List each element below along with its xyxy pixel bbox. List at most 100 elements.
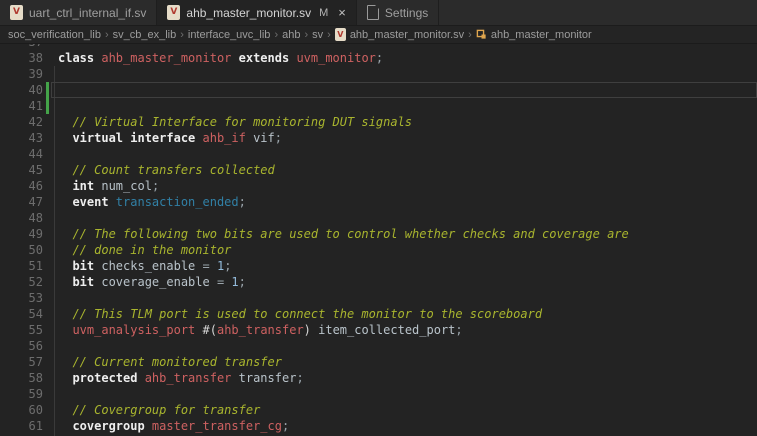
code-text: bit coverage_enable = 1; xyxy=(43,274,757,290)
code-line-49: 49 // The following two bits are used to… xyxy=(0,226,757,242)
code-token: 1 xyxy=(231,275,238,289)
code-token: ; xyxy=(224,259,231,273)
code-token: ; xyxy=(455,323,462,337)
breadcrumb-label: interface_uvc_lib xyxy=(188,29,271,41)
tab-settings[interactable]: Settings xyxy=(357,0,439,25)
code-lines: 3738class ahb_master_monitor extends uvm… xyxy=(0,44,757,434)
code-editor[interactable]: 3738class ahb_master_monitor extends uvm… xyxy=(0,44,757,436)
code-token: // Current monitored transfer xyxy=(58,355,282,369)
line-number: 48 xyxy=(0,210,43,226)
code-line-45: 45 // Count transfers collected xyxy=(0,162,757,178)
code-text: int num_col; xyxy=(43,178,757,194)
code-token: ahb_master_monitor xyxy=(101,51,231,65)
code-text: protected ahb_transfer transfer; xyxy=(43,370,757,386)
code-line-52: 52 bit coverage_enable = 1; xyxy=(0,274,757,290)
file-icon xyxy=(367,5,379,20)
code-text: // done in the monitor xyxy=(43,242,757,258)
tab-bar: Vuart_ctrl_internal_if.svVahb_master_mon… xyxy=(0,0,757,26)
code-line-39: 39 xyxy=(0,66,757,82)
code-token: bit xyxy=(58,259,101,273)
code-text xyxy=(43,98,757,114)
line-number: 52 xyxy=(0,274,43,290)
code-line-60: 60 // Covergroup for transfer xyxy=(0,402,757,418)
code-token: int xyxy=(58,179,101,193)
line-number: 38 xyxy=(0,50,43,66)
git-modified-badge: M xyxy=(319,7,328,19)
breadcrumb-item-sv-cb-ex-lib[interactable]: sv_cb_ex_lib xyxy=(113,29,177,41)
line-number: 39 xyxy=(0,66,43,82)
code-token: // This TLM port is used to connect the … xyxy=(58,307,542,321)
code-token: ahb_transfer xyxy=(217,323,304,337)
tab-label: ahb_master_monitor.sv xyxy=(186,6,311,20)
code-line-42: 42 // Virtual Interface for monitoring D… xyxy=(0,114,757,130)
code-text: // Virtual Interface for monitoring DUT … xyxy=(43,114,757,130)
code-text: // Covergroup for transfer xyxy=(43,402,757,418)
code-token: // The following two bits are used to co… xyxy=(58,227,629,241)
code-token: bit xyxy=(58,275,101,289)
tab-ahb_master_monitor[interactable]: Vahb_master_monitor.sv M × xyxy=(157,0,357,25)
breadcrumb-separator: › xyxy=(304,29,308,41)
tab-label: uart_ctrl_internal_if.sv xyxy=(29,6,146,20)
line-number: 44 xyxy=(0,146,43,162)
code-token: ; xyxy=(239,275,246,289)
code-text xyxy=(43,66,757,82)
tab-uart_ctrl_internal_if[interactable]: Vuart_ctrl_internal_if.sv xyxy=(0,0,157,25)
code-token: extends xyxy=(231,51,296,65)
sv-file-icon: V xyxy=(167,5,180,20)
code-text: // The following two bits are used to co… xyxy=(43,226,757,242)
code-line-58: 58 protected ahb_transfer transfer; xyxy=(0,370,757,386)
line-number: 59 xyxy=(0,386,43,402)
breadcrumb: soc_verification_lib›sv_cb_ex_lib›interf… xyxy=(0,26,757,44)
code-token: // Count transfers collected xyxy=(58,163,275,177)
breadcrumb-separator: › xyxy=(105,29,109,41)
code-token: // Virtual Interface for monitoring DUT … xyxy=(58,115,412,129)
breadcrumb-item-ahb-master-monitor-sv[interactable]: Vahb_master_monitor.sv xyxy=(335,28,464,41)
breadcrumb-item-soc-verification-lib[interactable]: soc_verification_lib xyxy=(8,29,101,41)
code-text xyxy=(43,290,757,306)
close-icon[interactable]: × xyxy=(338,6,346,19)
code-line-51: 51 bit checks_enable = 1; xyxy=(0,258,757,274)
breadcrumb-label: ahb xyxy=(282,29,300,41)
code-line-44: 44 xyxy=(0,146,757,162)
line-number: 42 xyxy=(0,114,43,130)
breadcrumb-separator: › xyxy=(180,29,184,41)
breadcrumb-label: ahb_master_monitor xyxy=(491,29,592,41)
breadcrumb-item-sv[interactable]: sv xyxy=(312,29,323,41)
code-token: = xyxy=(203,259,217,273)
git-added-indicator xyxy=(46,98,49,114)
breadcrumb-label: ahb_master_monitor.sv xyxy=(350,29,464,41)
line-number: 58 xyxy=(0,370,43,386)
git-added-indicator xyxy=(46,82,49,98)
code-text: class ahb_master_monitor extends uvm_mon… xyxy=(43,50,757,66)
code-line-40: 40 xyxy=(0,82,757,98)
line-number: 61 xyxy=(0,418,43,434)
code-text: event transaction_ended; xyxy=(43,194,757,210)
code-token: ahb_transfer xyxy=(145,371,232,385)
line-number: 57 xyxy=(0,354,43,370)
line-number: 53 xyxy=(0,290,43,306)
breadcrumb-item-ahb-master-monitor[interactable]: ahb_master_monitor xyxy=(476,29,592,41)
code-token: vif xyxy=(246,131,275,145)
current-line-highlight xyxy=(51,82,757,98)
code-token: ; xyxy=(152,179,159,193)
sv-file-icon: V xyxy=(335,28,346,41)
breadcrumb-item-ahb[interactable]: ahb xyxy=(282,29,300,41)
code-line-54: 54 // This TLM port is used to connect t… xyxy=(0,306,757,322)
class-symbol-icon xyxy=(476,29,487,40)
breadcrumb-item-interface-uvc-lib[interactable]: interface_uvc_lib xyxy=(188,29,271,41)
code-token: checks_enable xyxy=(101,259,202,273)
code-token: ; xyxy=(239,195,246,209)
code-token: // Covergroup for transfer xyxy=(58,403,260,417)
code-text: covergroup master_transfer_cg; xyxy=(43,418,757,434)
breadcrumb-label: soc_verification_lib xyxy=(8,29,101,41)
code-token: ; xyxy=(282,419,289,433)
code-text xyxy=(43,338,757,354)
code-line-56: 56 xyxy=(0,338,757,354)
line-number: 43 xyxy=(0,130,43,146)
code-line-46: 46 int num_col; xyxy=(0,178,757,194)
code-text: // Count transfers collected xyxy=(43,162,757,178)
line-number: 60 xyxy=(0,402,43,418)
code-line-55: 55 uvm_analysis_port #(ahb_transfer) ite… xyxy=(0,322,757,338)
breadcrumb-label: sv_cb_ex_lib xyxy=(113,29,177,41)
code-text: // This TLM port is used to connect the … xyxy=(43,306,757,322)
